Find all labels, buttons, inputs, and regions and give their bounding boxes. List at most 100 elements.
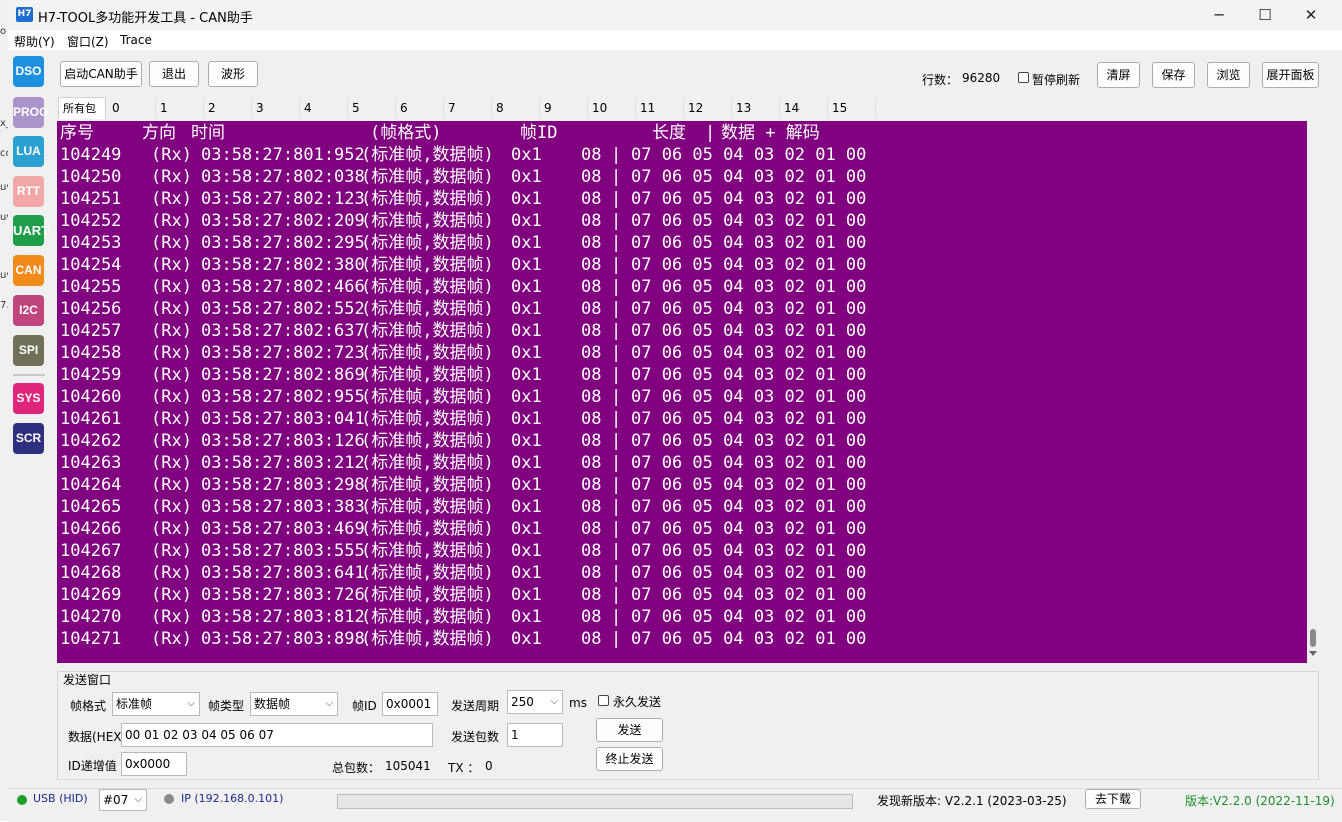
background-text: o	[0, 26, 7, 37]
scrollbar-thumb[interactable]	[1310, 629, 1316, 647]
tab-channel-8[interactable]: 8	[492, 97, 540, 119]
row-seq: 104255	[60, 277, 122, 297]
scroll-down-arrow-icon[interactable]	[1309, 651, 1317, 656]
row-frame-format: (标准帧,数据帧)	[361, 145, 494, 165]
tab-channel-5[interactable]: 5	[348, 97, 396, 119]
send-count-input[interactable]: 1	[507, 723, 563, 747]
row-frame-format: (标准帧,数据帧)	[361, 453, 494, 473]
tab-channel-1[interactable]: 1	[156, 97, 204, 119]
row-seq: 104260	[60, 387, 122, 407]
row-separator: |	[611, 607, 622, 627]
maximize-button[interactable]: ☐	[1242, 0, 1288, 30]
wave-button[interactable]: 波形	[208, 61, 258, 87]
window-title: H7-TOOL多功能开发工具 - CAN助手	[38, 11, 253, 26]
row-length: 08	[581, 563, 602, 583]
sidebar-uart-button[interactable]: UART	[13, 215, 49, 246]
tab-channel-7[interactable]: 7	[444, 97, 492, 119]
row-length: 08	[581, 497, 602, 517]
log-scrollbar[interactable]	[1307, 121, 1319, 663]
tab-channel-14[interactable]: 14	[780, 97, 828, 119]
row-seq: 104250	[60, 167, 122, 187]
usb-status-dot-icon	[17, 795, 27, 805]
sidebar-dso-button[interactable]: DSO	[13, 56, 44, 87]
save-button[interactable]: 保存	[1152, 62, 1195, 88]
tab-channel-13[interactable]: 13	[732, 97, 780, 119]
tab-channel-6[interactable]: 6	[396, 97, 444, 119]
stop-send-button[interactable]: 终止发送	[596, 747, 663, 771]
row-data: 07 06 05 04 03 02 01 00	[631, 497, 867, 517]
exit-button[interactable]: 退出	[149, 61, 199, 87]
start-can-button[interactable]: 启动CAN助手	[60, 61, 142, 87]
row-frame-id: 0x1	[511, 629, 542, 649]
tab-channel-12[interactable]: 12	[684, 97, 732, 119]
row-frame-format: (标准帧,数据帧)	[361, 541, 494, 561]
row-length: 08	[581, 321, 602, 341]
sidebar-prog-button[interactable]: PROG	[13, 97, 48, 128]
close-button[interactable]: ✕	[1288, 0, 1334, 30]
row-frame-id: 0x1	[511, 167, 542, 187]
menu-window[interactable]: 窗口(Z)	[67, 33, 109, 50]
row-separator: |	[611, 541, 622, 561]
row-frame-format: (标准帧,数据帧)	[361, 255, 494, 275]
tab-channel-2[interactable]: 2	[204, 97, 252, 119]
title-bar[interactable]: H7 H7-TOOL多功能开发工具 - CAN助手 ─ ☐ ✕	[8, 0, 1342, 30]
row-seq: 104259	[60, 365, 122, 385]
row-data: 07 06 05 04 03 02 01 00	[631, 585, 867, 605]
frame-format-select[interactable]: 标准帧 ⌵	[112, 692, 200, 716]
browse-button[interactable]: 浏览	[1207, 62, 1250, 88]
menu-help[interactable]: 帮助(Y)	[14, 33, 55, 50]
sidebar-spi-button[interactable]: SPI	[13, 335, 44, 366]
pause-refresh-checkbox[interactable]	[1018, 72, 1029, 83]
device-value: #07	[103, 793, 129, 807]
sidebar-can-button[interactable]: CAN	[13, 255, 44, 286]
id-increment-label: ID递增值	[68, 759, 117, 773]
row-seq: 104271	[60, 629, 122, 649]
sidebar-lua-button[interactable]: LUA	[13, 136, 44, 167]
tab-channel-10[interactable]: 10	[588, 97, 636, 119]
row-data: 07 06 05 04 03 02 01 00	[631, 189, 867, 209]
row-data: 07 06 05 04 03 02 01 00	[631, 255, 867, 275]
row-data: 07 06 05 04 03 02 01 00	[631, 431, 867, 451]
expand-panel-button[interactable]: 展开面板	[1262, 62, 1319, 88]
can-log-view[interactable]: 序号 方向 时间 (帧格式) 帧ID 长度 | 数据 + 解码 104249 (R…	[57, 121, 1307, 663]
sidebar-i2c-button[interactable]: I2C	[13, 295, 44, 326]
device-select[interactable]: #07 ⌵	[99, 789, 147, 811]
row-data: 07 06 05 04 03 02 01 00	[631, 629, 867, 649]
row-length: 08	[581, 343, 602, 363]
main-window: H7 H7-TOOL多功能开发工具 - CAN助手 ─ ☐ ✕ 帮助(Y) 窗口…	[8, 0, 1342, 822]
sidebar-rtt-button[interactable]: RTT	[13, 176, 44, 207]
data-hex-input[interactable]: 00 01 02 03 04 05 06 07	[121, 723, 433, 747]
row-direction: (Rx)	[151, 321, 192, 341]
row-separator: |	[611, 475, 622, 495]
row-time: 03:58:27:803:812	[201, 607, 365, 627]
row-length: 08	[581, 607, 602, 627]
send-button[interactable]: 发送	[596, 718, 663, 742]
tab-channel-4[interactable]: 4	[300, 97, 348, 119]
download-button[interactable]: 去下载	[1085, 789, 1141, 809]
row-length: 08	[581, 431, 602, 451]
row-frame-id: 0x1	[511, 563, 542, 583]
tab-channel-0[interactable]: 0	[108, 97, 156, 119]
clear-screen-button[interactable]: 清屏	[1097, 62, 1140, 88]
row-separator: |	[611, 299, 622, 319]
tab-channel-3[interactable]: 3	[252, 97, 300, 119]
frame-type-select[interactable]: 数据帧 ⌵	[250, 692, 338, 716]
tx-value: 0	[485, 759, 493, 773]
tab-channel-11[interactable]: 11	[636, 97, 684, 119]
row-direction: (Rx)	[151, 167, 192, 187]
menu-trace[interactable]: Trace	[120, 33, 152, 47]
id-increment-input[interactable]: 0x0000	[121, 752, 187, 776]
tab-all-packets[interactable]: 所有包	[58, 97, 106, 119]
row-length: 08	[581, 277, 602, 297]
send-forever-checkbox[interactable]	[598, 695, 609, 706]
frame-id-input[interactable]: 0x0001	[382, 692, 438, 716]
minimize-button[interactable]: ─	[1196, 0, 1242, 30]
tab-channel-15[interactable]: 15	[828, 97, 876, 119]
row-separator: |	[611, 431, 622, 451]
send-period-select[interactable]: 250 ⌵	[507, 690, 563, 714]
sidebar-sys-button[interactable]: SYS	[13, 383, 44, 414]
sidebar-scr-button[interactable]: SCR	[13, 423, 44, 454]
tab-channel-9[interactable]: 9	[540, 97, 588, 119]
row-direction: (Rx)	[151, 233, 192, 253]
row-count-value: 96280	[962, 71, 1001, 85]
